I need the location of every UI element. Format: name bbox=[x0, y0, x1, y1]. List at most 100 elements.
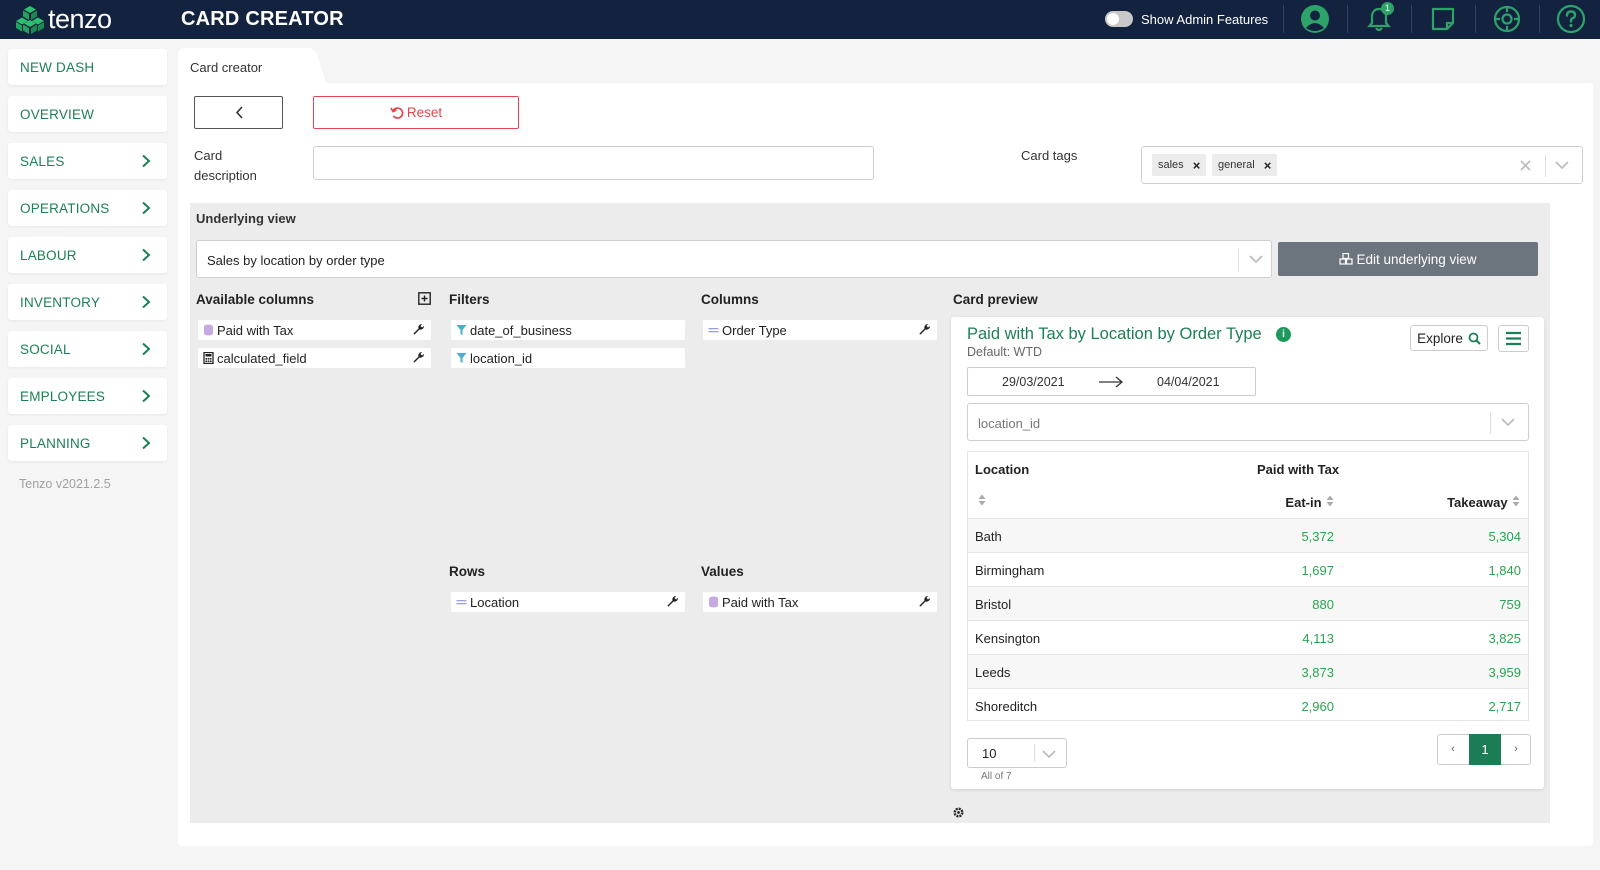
reset-button[interactable]: Reset bbox=[313, 96, 519, 129]
tab-card-creator[interactable]: Card creator bbox=[178, 48, 309, 86]
info-icon[interactable]: i bbox=[1276, 327, 1291, 342]
column-order-type[interactable]: Order Type bbox=[703, 320, 937, 340]
card-tags-select[interactable]: sales × general × bbox=[1141, 146, 1583, 184]
cell-eat-in: 2,960 bbox=[1301, 699, 1334, 714]
chevron-right-icon bbox=[142, 154, 151, 168]
note-icon[interactable] bbox=[1428, 4, 1458, 34]
sidebar-item-labour[interactable]: LABOUR bbox=[8, 237, 167, 273]
field-calculated-field[interactable]: calculated_field bbox=[198, 348, 431, 368]
sidebar: NEW DASH OVERVIEW SALES OPERATIONS LABOU… bbox=[8, 49, 167, 472]
cell-takeaway: 3,959 bbox=[1488, 665, 1521, 680]
divider bbox=[1283, 5, 1284, 33]
tag-sales: sales × bbox=[1152, 154, 1207, 176]
field-label: Location bbox=[470, 594, 520, 610]
wrench-icon[interactable] bbox=[412, 351, 425, 364]
sidebar-item-employees[interactable]: EMPLOYEES bbox=[8, 378, 167, 414]
clear-icon[interactable] bbox=[1520, 160, 1531, 171]
sort-icon bbox=[1512, 495, 1520, 507]
undo-icon bbox=[390, 106, 404, 119]
back-button[interactable] bbox=[194, 96, 283, 129]
show-admin-features-toggle[interactable] bbox=[1105, 11, 1133, 27]
divider bbox=[1034, 744, 1035, 762]
sidebar-item-label: INVENTORY bbox=[20, 295, 101, 310]
filter-icon bbox=[456, 325, 467, 335]
date-range-picker[interactable]: 29/03/2021 04/04/2021 bbox=[967, 367, 1256, 396]
chevron-right-icon bbox=[142, 248, 151, 262]
chevron-down-icon bbox=[1501, 418, 1515, 427]
card-description-input[interactable] bbox=[313, 146, 874, 180]
column-header-eat-in[interactable]: Eat-in bbox=[1285, 494, 1334, 512]
sidebar-item-planning[interactable]: PLANNING bbox=[8, 425, 167, 461]
previous-page-button[interactable]: ‹ bbox=[1438, 735, 1468, 764]
sidebar-item-sales[interactable]: SALES bbox=[8, 143, 167, 179]
explore-button[interactable]: Explore bbox=[1410, 325, 1488, 351]
settings-icon[interactable] bbox=[1492, 4, 1522, 34]
next-page-button[interactable]: › bbox=[1501, 735, 1531, 764]
field-label: Paid with Tax bbox=[217, 322, 294, 338]
table-row: Kensington 4,113 3,825 bbox=[968, 620, 1528, 654]
remove-tag-icon[interactable]: × bbox=[1264, 158, 1272, 173]
wrench-icon[interactable] bbox=[666, 595, 679, 608]
help-icon[interactable] bbox=[1556, 4, 1586, 34]
divider bbox=[1411, 5, 1412, 33]
column-header-takeaway[interactable]: Takeaway bbox=[1447, 494, 1520, 512]
sidebar-item-social[interactable]: SOCIAL bbox=[8, 331, 167, 367]
wrench-icon[interactable] bbox=[918, 323, 931, 336]
sidebar-item-label: EMPLOYEES bbox=[20, 389, 106, 404]
column-header-label: Takeaway bbox=[1447, 495, 1508, 510]
chevron-down-icon[interactable] bbox=[1555, 161, 1569, 170]
rows-title: Rows bbox=[449, 564, 486, 579]
divider bbox=[1490, 412, 1491, 434]
card-description-label-line2: description bbox=[194, 168, 257, 183]
location-id-filter-select[interactable]: location_id bbox=[967, 403, 1529, 441]
values-title: Values bbox=[701, 564, 744, 579]
field-paid-with-tax[interactable]: Paid with Tax bbox=[198, 320, 431, 340]
sidebar-item-new-dash[interactable]: NEW DASH bbox=[8, 49, 167, 85]
sidebar-item-label: SALES bbox=[20, 154, 65, 169]
tab-label: Card creator bbox=[190, 60, 263, 75]
sidebar-item-overview[interactable]: OVERVIEW bbox=[8, 96, 167, 132]
filter-location-id[interactable]: location_id bbox=[451, 348, 685, 368]
tenzo-logo[interactable]: tenzo bbox=[16, 4, 112, 35]
card-description-label: Card description bbox=[194, 146, 257, 186]
underlying-view-title: Underlying view bbox=[196, 211, 296, 226]
sidebar-item-inventory[interactable]: INVENTORY bbox=[8, 284, 167, 320]
cell-eat-in: 5,372 bbox=[1301, 529, 1334, 544]
edit-underlying-view-button[interactable]: Edit underlying view bbox=[1278, 242, 1538, 276]
sidebar-item-label: OPERATIONS bbox=[20, 201, 110, 216]
page-size-select[interactable]: 10 bbox=[967, 738, 1067, 768]
arrow-right-icon bbox=[1099, 376, 1124, 388]
user-icon[interactable] bbox=[1300, 4, 1330, 34]
page-heading: CARD CREATOR bbox=[181, 8, 344, 30]
value-paid-with-tax[interactable]: Paid with Tax bbox=[703, 592, 937, 612]
column-group-header: Paid with Tax bbox=[1257, 462, 1340, 477]
divider bbox=[1539, 5, 1540, 33]
sidebar-item-operations[interactable]: OPERATIONS bbox=[8, 190, 167, 226]
chevron-left-icon bbox=[235, 106, 243, 119]
wrench-icon[interactable] bbox=[918, 595, 931, 608]
bell-icon[interactable]: 1 bbox=[1364, 2, 1394, 34]
card-description-label-line1: Card bbox=[194, 148, 223, 163]
settings-cog-icon[interactable] bbox=[952, 806, 965, 819]
sort-icon[interactable] bbox=[978, 494, 986, 506]
chevron-right-icon bbox=[142, 389, 151, 403]
chevron-right-icon bbox=[142, 342, 151, 356]
filter-date-of-business[interactable]: date_of_business bbox=[451, 320, 685, 340]
page-button-current[interactable]: 1 bbox=[1469, 734, 1501, 765]
underlying-view-select[interactable]: Sales by location by order type bbox=[196, 240, 1272, 278]
cell-eat-in: 4,113 bbox=[1302, 631, 1334, 646]
field-label: location_id bbox=[470, 350, 533, 366]
add-field-icon[interactable] bbox=[418, 292, 431, 305]
preview-table: Location Paid with Tax Eat-in Takeaway B… bbox=[967, 451, 1529, 721]
table-row: Bristol 880 759 bbox=[968, 586, 1528, 620]
calculator-icon bbox=[203, 352, 214, 364]
remove-tag-icon[interactable]: × bbox=[1193, 158, 1201, 173]
row-location[interactable]: Location bbox=[451, 592, 685, 612]
card-menu-button[interactable] bbox=[1498, 325, 1529, 352]
chevron-right-icon bbox=[142, 201, 151, 215]
wrench-icon[interactable] bbox=[412, 323, 425, 336]
table-row: Shoreditch 2,960 2,717 bbox=[968, 688, 1528, 720]
card-preview-title: Card preview bbox=[953, 292, 1038, 307]
filters-title: Filters bbox=[449, 292, 490, 307]
app-version: Tenzo v2021.2.5 bbox=[19, 477, 111, 491]
